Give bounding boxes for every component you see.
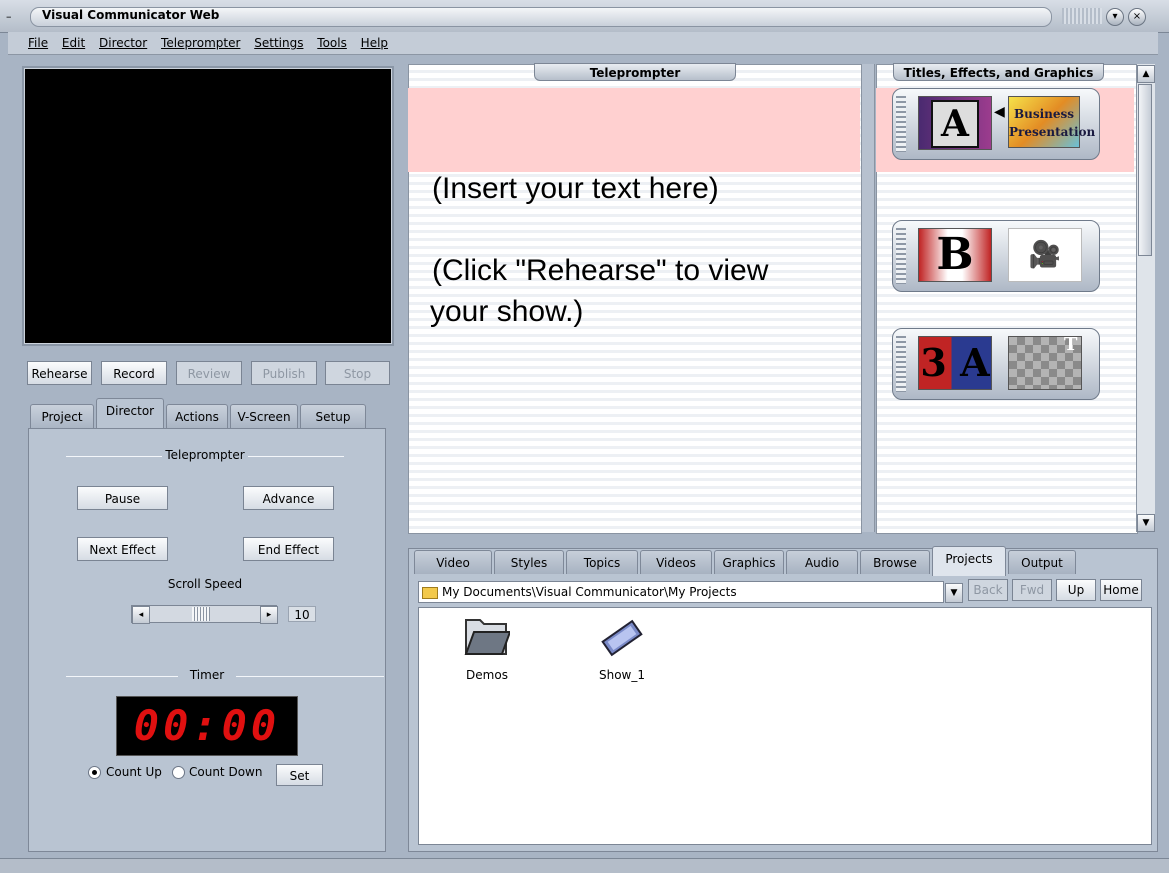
- file-view: [418, 607, 1152, 845]
- path-text: My Documents\Visual Communicator\My Proj…: [442, 585, 737, 599]
- stop-button[interactable]: Stop: [325, 361, 390, 385]
- tab-videos[interactable]: Videos: [640, 550, 712, 574]
- panel-splitter[interactable]: [861, 64, 875, 532]
- publish-button[interactable]: Publish: [251, 361, 317, 385]
- tab-v-screen[interactable]: V-Screen: [230, 404, 298, 428]
- count-up-label: Count Up: [106, 765, 162, 779]
- video-preview: [22, 66, 394, 346]
- title-t-mark: T: [1064, 334, 1078, 355]
- count-down-label: Count Down: [189, 765, 263, 779]
- tab-project[interactable]: Project: [30, 404, 94, 428]
- menu-file[interactable]: File: [28, 32, 48, 54]
- effect-b-letter: B: [918, 228, 992, 282]
- window-title: Visual Communicator Web: [42, 8, 220, 22]
- slider-left-icon[interactable]: ◂: [132, 606, 150, 624]
- tab-topics[interactable]: Topics: [566, 550, 638, 574]
- tab-setup[interactable]: Setup: [300, 404, 366, 428]
- scroll-speed-label: Scroll Speed: [167, 577, 243, 591]
- file-label-show-1: Show_1: [598, 668, 645, 682]
- timer-section-label: Timer: [189, 668, 225, 682]
- card-grip: [896, 96, 906, 152]
- menu-edit[interactable]: Edit: [62, 32, 85, 54]
- status-bar: [0, 858, 1169, 873]
- pause-button[interactable]: Pause: [77, 486, 168, 510]
- path-dropdown[interactable]: My Documents\Visual Communicator\My Proj…: [418, 581, 944, 603]
- teleprompter-line-2: (Click "Rehearse" to view: [432, 254, 769, 287]
- tab-styles[interactable]: Styles: [494, 550, 564, 574]
- window-menu-icon[interactable]: –: [6, 10, 12, 23]
- home-button[interactable]: Home: [1100, 579, 1142, 601]
- fwd-button[interactable]: Fwd: [1012, 579, 1052, 601]
- count-down-radio[interactable]: [172, 766, 185, 779]
- scroll-up-icon[interactable]: ▲: [1137, 65, 1155, 83]
- set-button[interactable]: Set: [276, 764, 323, 786]
- card-grip: [896, 336, 906, 392]
- tab-output[interactable]: Output: [1008, 550, 1076, 574]
- menu-help[interactable]: Help: [361, 32, 388, 54]
- scroll-speed-value: 10: [288, 606, 316, 622]
- show-file-icon[interactable]: [598, 614, 646, 658]
- advance-button[interactable]: Advance: [243, 486, 334, 510]
- tab-projects[interactable]: Projects: [932, 546, 1006, 576]
- tab-actions[interactable]: Actions: [166, 404, 228, 428]
- slider-right-icon[interactable]: ▸: [260, 606, 278, 624]
- end-effect-button[interactable]: End Effect: [243, 537, 334, 561]
- review-button[interactable]: Review: [176, 361, 242, 385]
- effect-c-letters: 3 A: [918, 336, 992, 390]
- record-button[interactable]: Record: [101, 361, 167, 385]
- menu-tools[interactable]: Tools: [317, 32, 347, 54]
- speaker-icon: ◀: [994, 104, 1005, 120]
- next-effect-button[interactable]: Next Effect: [77, 537, 168, 561]
- section-divider: [66, 676, 178, 677]
- section-divider: [66, 456, 162, 457]
- teleprompter-current-line: [408, 88, 860, 172]
- teleprompter-header: Teleprompter: [534, 63, 736, 81]
- tab-director[interactable]: Director: [96, 398, 164, 428]
- business-presentation-thumb: Business Presentation: [1008, 96, 1095, 148]
- slider-thumb[interactable]: [192, 607, 210, 621]
- teleprompter-line-1: (Insert your text here): [432, 172, 719, 205]
- camera-icon: 🎥: [1008, 228, 1082, 282]
- up-button[interactable]: Up: [1056, 579, 1096, 601]
- scroll-down-icon[interactable]: ▼: [1137, 514, 1155, 532]
- card-grip: [896, 228, 906, 284]
- folder-small-icon: [422, 586, 438, 599]
- minimize-icon[interactable]: ▾: [1106, 8, 1124, 26]
- menu-director[interactable]: Director: [99, 32, 147, 54]
- tab-browse[interactable]: Browse: [860, 550, 930, 574]
- back-button[interactable]: Back: [968, 579, 1008, 601]
- scrollbar-thumb[interactable]: [1138, 84, 1152, 256]
- tab-video-effects[interactable]: Video Effects: [414, 550, 492, 594]
- close-icon[interactable]: ×: [1128, 8, 1146, 26]
- file-label-demos: Demos: [466, 668, 508, 682]
- menu-teleprompter[interactable]: Teleprompter: [161, 32, 240, 54]
- timer-display: 00:00: [116, 696, 298, 756]
- count-up-radio[interactable]: [88, 766, 101, 779]
- dropdown-arrow-icon[interactable]: ▼: [945, 583, 963, 603]
- effects-header: Titles, Effects, and Graphics: [893, 63, 1104, 81]
- tab-audio[interactable]: Audio: [786, 550, 858, 574]
- menu-settings[interactable]: Settings: [254, 32, 303, 54]
- menu-bar: File Edit Director Teleprompter Settings…: [8, 32, 1158, 55]
- title-grip: [1062, 8, 1102, 24]
- rehearse-button[interactable]: Rehearse: [27, 361, 92, 385]
- effect-a-letter: A: [931, 100, 979, 148]
- section-divider: [248, 456, 344, 457]
- teleprompter-line-3: your show.): [430, 295, 584, 328]
- section-divider: [236, 676, 384, 677]
- teleprompter-section-label: Teleprompter: [165, 448, 245, 462]
- folder-icon[interactable]: [462, 614, 512, 658]
- tab-graphics[interactable]: Graphics: [714, 550, 784, 574]
